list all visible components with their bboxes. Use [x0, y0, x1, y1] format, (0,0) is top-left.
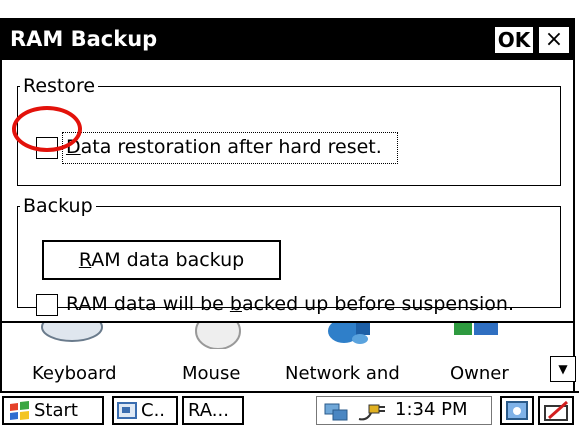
- task-control-panel[interactable]: C..: [112, 396, 178, 425]
- backup-checkbox-label[interactable]: RAM data will be backed up before suspen…: [66, 293, 514, 315]
- stylus-icon: [544, 400, 568, 421]
- backup-legend: Backup: [23, 195, 93, 217]
- task-label: RA...: [188, 400, 229, 421]
- clock[interactable]: 1:34 PM: [395, 399, 468, 420]
- control-panel-label: Mouse: [182, 363, 241, 384]
- ram-backup-dialog: RAM Backup OK × Restore Data restoration…: [0, 18, 575, 323]
- dialog-title: RAM Backup: [10, 27, 158, 51]
- power-icon[interactable]: [357, 399, 387, 423]
- control-panel-label: Owner: [450, 363, 509, 384]
- owner-icon: [454, 323, 498, 335]
- task-label: C..: [141, 400, 166, 421]
- backup-group: Backup RAM data backup RAM data will be …: [17, 195, 561, 316]
- mouse-icon: [195, 323, 241, 349]
- keyboard-icon: [41, 323, 103, 342]
- network-icon: [328, 323, 370, 344]
- network-connection-icon[interactable]: [323, 400, 349, 422]
- mnemonic-b: b: [229, 293, 242, 315]
- ok-button[interactable]: OK: [494, 26, 534, 54]
- close-button[interactable]: ×: [538, 26, 570, 54]
- control-panel-label: Keyboard: [32, 363, 117, 384]
- restore-legend: Restore: [23, 75, 96, 97]
- control-panel-label: Network and: [285, 363, 400, 384]
- backup-before-suspension-checkbox[interactable]: [36, 294, 58, 316]
- scroll-down-button[interactable]: ▼: [550, 356, 576, 382]
- control-panel-view: Keyboard Mouse Network and Owner: [0, 323, 575, 391]
- restore-group: Restore Data restoration after hard rese…: [17, 76, 561, 186]
- task-ram-backup[interactable]: RA...: [182, 396, 244, 425]
- taskbar: Start C.. RA... 1:34 PM: [0, 391, 579, 427]
- restore-checkbox-label[interactable]: Data restoration after hard reset.: [66, 136, 382, 158]
- desktop-icon: [506, 401, 528, 420]
- system-tray: 1:34 PM: [316, 396, 492, 425]
- start-button[interactable]: Start: [2, 396, 104, 425]
- mnemonic-r: R: [78, 249, 92, 271]
- start-label: Start: [34, 400, 78, 421]
- title-bar: RAM Backup OK ×: [2, 20, 573, 60]
- desktop-button[interactable]: [500, 396, 534, 425]
- control-panel-icon: [117, 402, 137, 419]
- windows-flag-icon: [10, 401, 29, 420]
- input-panel-button[interactable]: [538, 396, 574, 425]
- red-highlight-circle: [12, 106, 82, 152]
- ram-data-backup-button[interactable]: RAM data backup: [42, 240, 281, 280]
